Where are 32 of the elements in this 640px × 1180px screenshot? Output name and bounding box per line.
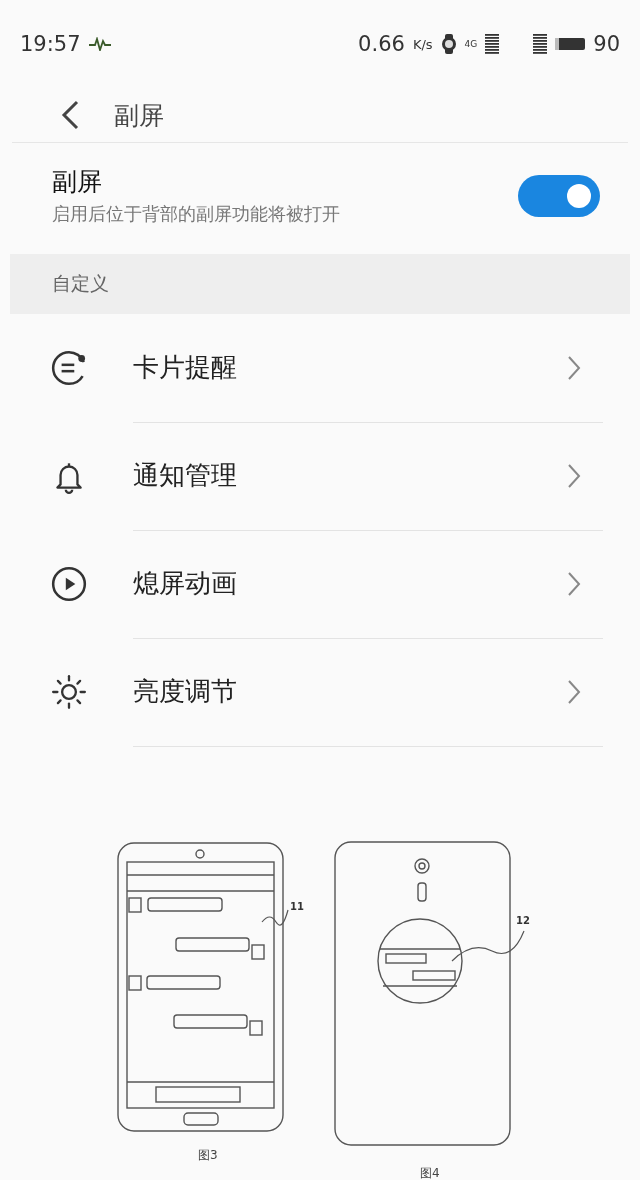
chevron-icon [567,570,581,597]
signal-icon [533,34,548,54]
activity-icon [88,37,111,51]
menu-item-label[interactable]: 通知管理 [133,458,567,493]
reference-number: 12 [516,915,530,926]
menu-item-label[interactable]: 卡片提醒 [133,350,567,385]
battery-level: 90 [593,32,620,56]
speed-unit: K/s [412,36,433,52]
chevron-icon [567,462,581,489]
setting-title: 副屏 [52,166,103,198]
chevron-icon [567,354,581,381]
chevron-icon [567,678,581,705]
watch-icon [440,34,457,54]
back-icon[interactable] [60,100,80,130]
figure-caption: 图4 [420,1166,440,1180]
leader-line [261,909,289,926]
signal-icon [485,34,500,54]
section-header: 自定义 [52,271,109,296]
network-speed: 0.66 [358,32,405,56]
network-type: 4G [464,39,478,49]
setting-description: 启用后位于背部的副屏功能将被打开 [52,202,341,226]
page-title: 副屏 [114,99,164,132]
card-icon [50,349,88,387]
battery-icon [555,38,586,50]
toggle-switch[interactable] [518,174,600,217]
reference-number: 11 [290,901,304,912]
menu-item-label[interactable]: 亮度调节 [133,674,567,709]
status-time: 19:57 [20,32,81,56]
figure-caption: 图3 [198,1148,218,1162]
brightness-icon [50,673,88,711]
play-icon [50,565,88,603]
menu-item-label[interactable]: 熄屏动画 [133,566,567,601]
